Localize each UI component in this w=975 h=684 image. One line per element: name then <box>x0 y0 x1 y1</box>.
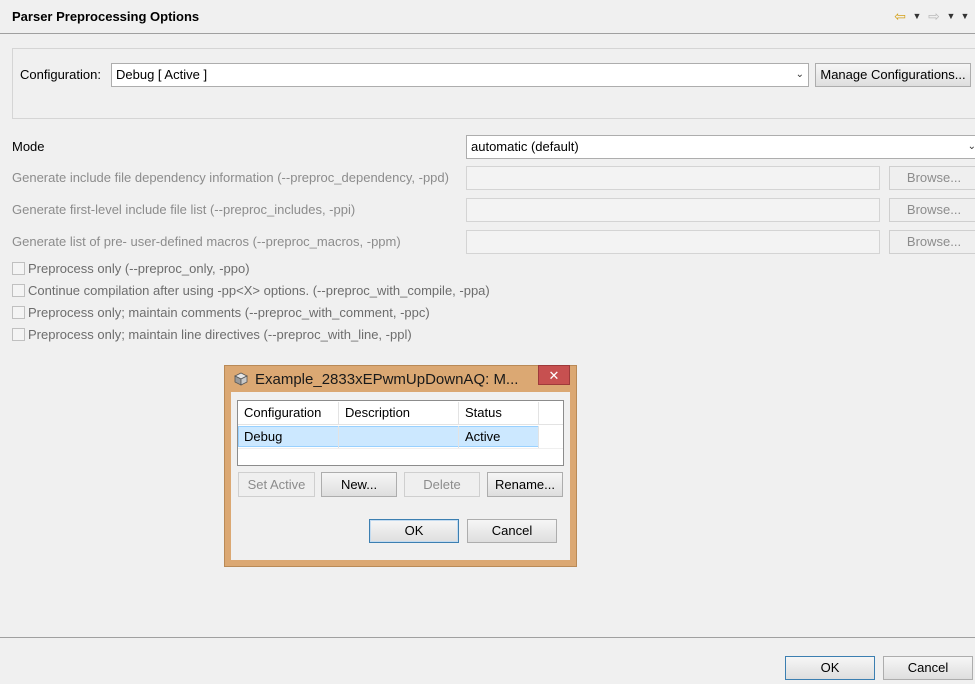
forward-dropdown-icon[interactable]: ▼ <box>945 6 957 26</box>
preproc-dependency-field[interactable] <box>466 166 880 190</box>
preproc-only-checkbox[interactable] <box>12 262 25 275</box>
column-header-filler <box>539 402 563 425</box>
close-icon[interactable]: ✕ <box>538 365 570 385</box>
dialog-cancel-button[interactable]: Cancel <box>467 519 557 543</box>
column-header-status[interactable]: Status <box>459 402 539 425</box>
chevron-down-icon: ⌄ <box>968 136 975 158</box>
column-header-description[interactable]: Description <box>339 402 459 425</box>
new-button[interactable]: New... <box>321 472 397 497</box>
preproc-with-comment-label: Preprocess only; maintain comments (--pr… <box>28 305 430 320</box>
preproc-only-label: Preprocess only (--preproc_only, -ppo) <box>28 261 250 276</box>
delete-button[interactable]: Delete <box>404 472 480 497</box>
configuration-select[interactable]: Debug [ Active ] ⌄ <box>111 63 809 87</box>
chevron-down-icon: ⌄ <box>795 69 804 80</box>
preproc-dependency-label: Generate include file dependency informa… <box>12 170 449 185</box>
ok-button[interactable]: OK <box>785 656 875 680</box>
mode-select-value: automatic (default) <box>471 139 579 154</box>
configuration-label: Configuration: <box>20 67 101 82</box>
preproc-only-option[interactable]: Preprocess only (--preproc_only, -ppo) <box>12 261 250 276</box>
back-dropdown-icon[interactable]: ▼ <box>911 6 923 26</box>
preproc-macros-label: Generate list of pre- user-defined macro… <box>12 234 401 249</box>
cell-configuration: Debug <box>238 426 339 448</box>
configuration-select-value: Debug [ Active ] <box>116 67 208 82</box>
header-divider <box>0 33 975 34</box>
preproc-dependency-browse-button[interactable]: Browse... <box>889 166 975 190</box>
preproc-macros-field[interactable] <box>466 230 880 254</box>
preproc-macros-browse-button[interactable]: Browse... <box>889 230 975 254</box>
cell-status: Active <box>459 426 539 448</box>
preproc-with-compile-option[interactable]: Continue compilation after using -pp<X> … <box>12 283 490 298</box>
footer-divider <box>0 637 975 638</box>
rename-button[interactable]: Rename... <box>487 472 563 497</box>
manage-configurations-button[interactable]: Manage Configurations... <box>815 63 971 87</box>
dialog-ok-button[interactable]: OK <box>369 519 459 543</box>
cell-description <box>339 426 459 448</box>
preproc-with-line-checkbox[interactable] <box>12 328 25 341</box>
cancel-button[interactable]: Cancel <box>883 656 973 680</box>
preproc-includes-field[interactable] <box>466 198 880 222</box>
dialog-title: Example_2833xEPwmUpDownAQ: M... <box>255 371 519 388</box>
app-icon <box>234 372 248 386</box>
preproc-with-line-label: Preprocess only; maintain line directive… <box>28 327 412 342</box>
column-header-configuration[interactable]: Configuration <box>238 402 339 425</box>
preproc-with-compile-checkbox[interactable] <box>12 284 25 297</box>
preproc-with-line-option[interactable]: Preprocess only; maintain line directive… <box>12 327 412 342</box>
view-menu-icon[interactable]: ▼ <box>959 6 971 26</box>
row-divider <box>238 448 563 449</box>
preproc-includes-label: Generate first-level include file list (… <box>12 202 356 217</box>
back-arrow-icon[interactable]: ⇦ <box>891 6 909 26</box>
nav-toolbar: ⇦ ▼ ⇨ ▼ ▼ <box>891 6 971 26</box>
set-active-button[interactable]: Set Active <box>238 472 315 497</box>
preproc-includes-browse-button[interactable]: Browse... <box>889 198 975 222</box>
forward-arrow-icon[interactable]: ⇨ <box>925 6 943 26</box>
mode-select[interactable]: automatic (default) ⌄ <box>466 135 975 159</box>
preproc-with-compile-label: Continue compilation after using -pp<X> … <box>28 283 490 298</box>
preproc-with-comment-checkbox[interactable] <box>12 306 25 319</box>
mode-label: Mode <box>12 139 45 154</box>
page-title: Parser Preprocessing Options <box>12 9 200 24</box>
preproc-with-comment-option[interactable]: Preprocess only; maintain comments (--pr… <box>12 305 430 320</box>
